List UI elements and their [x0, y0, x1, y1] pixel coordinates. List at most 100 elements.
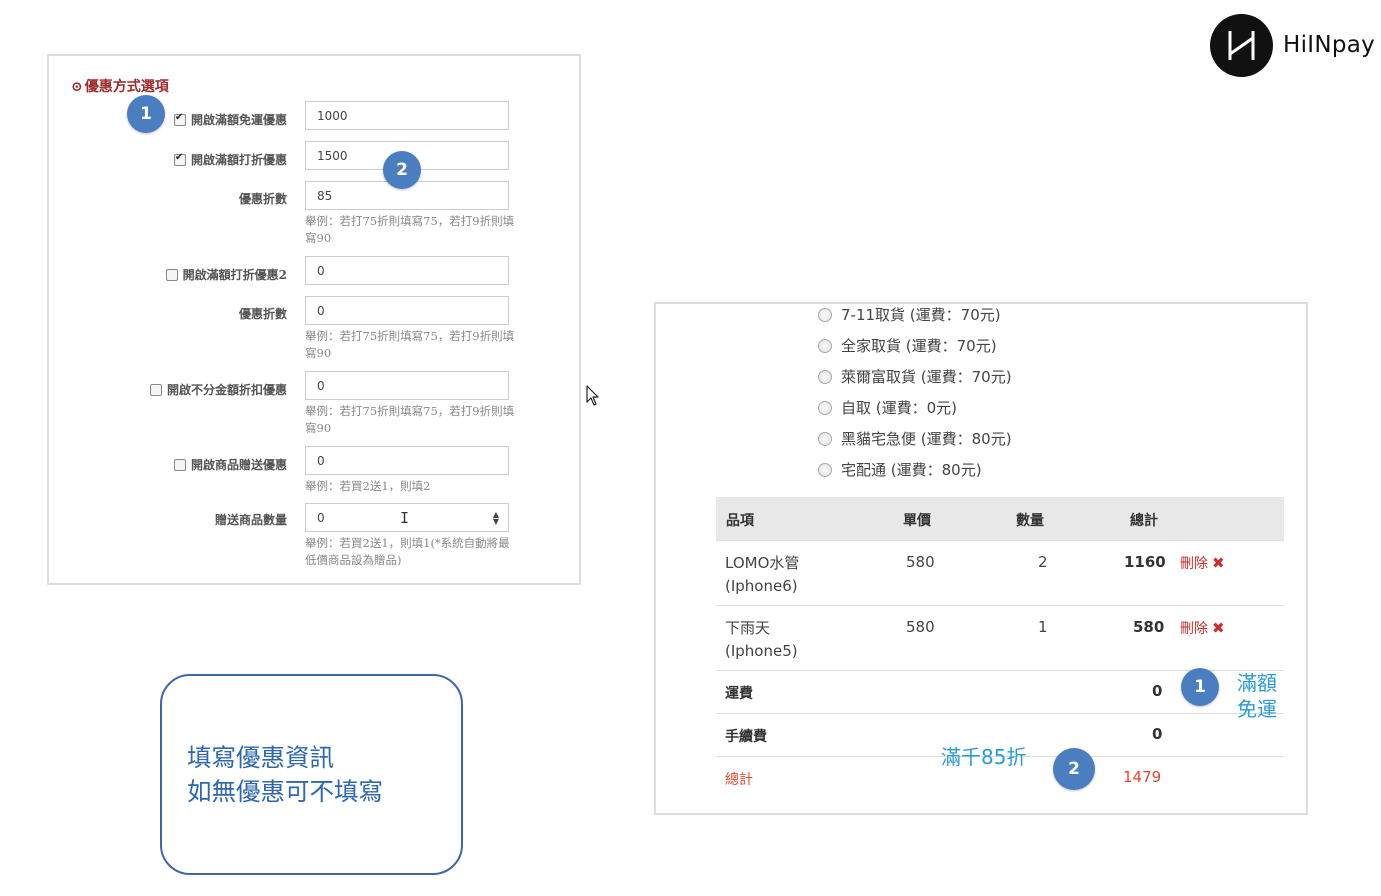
- item-name-line-2: (Iphone6): [725, 577, 798, 595]
- shipping-option-label: 全家取貨 (運費：70元): [841, 337, 997, 355]
- discount-settings-panel: ⊙優惠方式選項 開啟滿額免運優惠 1000 開啟滿額打折優惠 1500 優惠折數…: [47, 54, 581, 585]
- free-shipping-amount-input[interactable]: 1000: [305, 101, 509, 130]
- flat-discount-toggle[interactable]: 開啟不分金額折扣優惠: [149, 381, 287, 398]
- free-shipping-toggle[interactable]: 開啟滿額免運優惠: [173, 111, 287, 128]
- shipping-value: 0: [1152, 682, 1163, 700]
- shipping-label: 運費: [725, 686, 753, 702]
- gift-label: 開啟商品贈送優惠: [190, 458, 287, 472]
- flat-discount-hint: 舉例：若打75折則填寫75，若打9折則填寫90: [305, 404, 515, 435]
- flat-discount-input[interactable]: 0: [305, 371, 509, 400]
- annotation-line-1: 滿額: [1237, 671, 1277, 695]
- gift-qty-label: 贈送商品數量: [215, 511, 287, 528]
- discount2-toggle[interactable]: 開啟滿額打折優惠2: [165, 266, 287, 283]
- note-callout: 填寫優惠資訊 如無優惠可不填寫: [160, 674, 463, 875]
- shipping-option[interactable]: 7-11取貨 (運費：70元): [818, 304, 1001, 325]
- gift-qty-label-text: 贈送商品數量: [214, 513, 287, 527]
- free-shipping-label: 開啟滿額免運優惠: [190, 113, 287, 127]
- radio-button[interactable]: [818, 307, 832, 322]
- input-value: 0: [317, 303, 325, 318]
- delete-label: 刪除: [1180, 556, 1208, 572]
- gift-qty-stepper[interactable]: 0 I ▲ ▼: [305, 503, 509, 532]
- radio-button[interactable]: [818, 431, 832, 446]
- item-name: 下雨天 (Iphone5): [725, 617, 798, 663]
- discount2-rate-input[interactable]: 0: [305, 296, 509, 325]
- header-price: 單價: [903, 513, 931, 529]
- header-qty: 數量: [1016, 513, 1044, 529]
- input-value: 0: [317, 263, 325, 278]
- item-name-line-1: 下雨天: [725, 619, 771, 637]
- shipping-option-label: 萊爾富取貨 (運費：70元): [841, 368, 1012, 386]
- step-badge-2: 2: [383, 151, 421, 189]
- item-price: 580: [906, 553, 935, 571]
- discount2-rate-label-text: 優惠折數: [238, 307, 287, 321]
- delete-label: 刪除: [1180, 621, 1208, 637]
- radio-button[interactable]: [818, 369, 832, 384]
- discount1-label: 開啟滿額打折優惠: [190, 153, 287, 167]
- input-value: 85: [317, 188, 333, 203]
- cart-panel: 7-11取貨 (運費：70元) 全家取貨 (運費：70元) 萊爾富取貨 (運費：…: [654, 302, 1308, 815]
- fee-value: 0: [1152, 725, 1163, 743]
- item-price: 580: [906, 618, 935, 636]
- mouse-pointer-icon: [586, 385, 600, 411]
- shipping-option-label: 宅配通 (運費：80元): [841, 461, 982, 479]
- step-badge-2: 2: [1053, 748, 1095, 790]
- brand-name: HiINpay: [1283, 32, 1376, 58]
- item-total: 1160: [1124, 553, 1166, 571]
- spinner-arrows-icon[interactable]: ▲ ▼: [493, 511, 499, 526]
- input-value: 0: [317, 378, 325, 393]
- gift-hint: 舉例：若買2送1，則填2: [305, 479, 431, 493]
- shipping-option-label: 7-11取貨 (運費：70元): [841, 306, 1001, 324]
- step-badge-1: 1: [1181, 668, 1219, 706]
- discount1-toggle[interactable]: 開啟滿額打折優惠: [173, 151, 287, 168]
- delete-button[interactable]: 刪除 ✖: [1180, 618, 1225, 638]
- target-icon: ⊙: [71, 79, 83, 95]
- grand-total-label: 總計: [725, 772, 753, 788]
- item-name-line-2: (Iphone5): [725, 642, 798, 660]
- table-row: 下雨天 (Iphone5) 580 1 580 刪除 ✖: [716, 605, 1284, 670]
- section-title-text: 優惠方式選項: [84, 79, 169, 95]
- text-cursor-icon: I: [400, 509, 410, 527]
- radio-button[interactable]: [818, 400, 832, 415]
- flat-discount-checkbox[interactable]: [149, 383, 162, 396]
- free-shipping-checkbox[interactable]: [173, 112, 186, 126]
- discount2-amount-input[interactable]: 0: [305, 256, 509, 285]
- close-icon: ✖: [1212, 554, 1225, 572]
- radio-button[interactable]: [818, 462, 832, 477]
- hinpay-logo-icon: [1210, 13, 1273, 77]
- discount1-rate-label: 優惠折數: [239, 190, 287, 207]
- shipping-option[interactable]: 宅配通 (運費：80元): [818, 459, 982, 480]
- input-value: 1000: [317, 108, 348, 123]
- radio-button[interactable]: [818, 338, 832, 353]
- table-row: LOMO水管 (Iphone6) 580 2 1160 刪除 ✖: [716, 540, 1284, 605]
- shipping-option-label: 黑貓宅急便 (運費：80元): [841, 430, 1012, 448]
- step-badge-1: 1: [127, 95, 165, 133]
- discount2-label: 開啟滿額打折優惠2: [182, 268, 287, 282]
- shipping-option[interactable]: 黑貓宅急便 (運費：80元): [818, 428, 1012, 449]
- discount1-checkbox[interactable]: [173, 152, 186, 166]
- item-name-line-1: LOMO水管: [725, 554, 800, 572]
- discount2-rate-hint: 舉例：若打75折則填寫75，若打9折則填寫90: [305, 329, 515, 360]
- shipping-option[interactable]: 自取 (運費：0元): [818, 397, 957, 418]
- shipping-option[interactable]: 全家取貨 (運費：70元): [818, 335, 997, 356]
- gift-buy-qty-input[interactable]: 0: [305, 446, 509, 475]
- gift-checkbox[interactable]: [173, 458, 186, 471]
- header-item: 品項: [726, 513, 754, 529]
- flat-discount-label: 開啟不分金額折扣優惠: [166, 383, 287, 397]
- note-text: 填寫優惠資訊 如無優惠可不填寫: [187, 741, 383, 809]
- discount2-checkbox[interactable]: [165, 268, 178, 281]
- header-total: 總計: [1130, 513, 1158, 529]
- annotation-line-2: 免運: [1237, 697, 1277, 721]
- item-qty: 1: [1038, 618, 1048, 636]
- input-value: 0: [317, 510, 325, 525]
- discount1-rate-hint: 舉例：若打75折則填寫75，若打9折則填寫90: [305, 214, 515, 245]
- gift-toggle[interactable]: 開啟商品贈送優惠: [173, 456, 287, 473]
- shipping-option[interactable]: 萊爾富取貨 (運費：70元): [818, 366, 1012, 387]
- gift-qty-hint: 舉例：若買2送1，則填1(*系統自動將最低價商品設為贈品): [305, 536, 510, 567]
- grand-total-value: 1479: [1123, 768, 1162, 786]
- delete-button[interactable]: 刪除 ✖: [1180, 553, 1225, 573]
- note-line-2: 如無優惠可不填寫: [187, 777, 383, 806]
- item-total: 580: [1133, 618, 1165, 636]
- discount1-rate-label-text: 優惠折數: [238, 192, 287, 206]
- item-qty: 2: [1038, 553, 1048, 571]
- free-shipping-annotation: 滿額 免運: [1237, 670, 1277, 722]
